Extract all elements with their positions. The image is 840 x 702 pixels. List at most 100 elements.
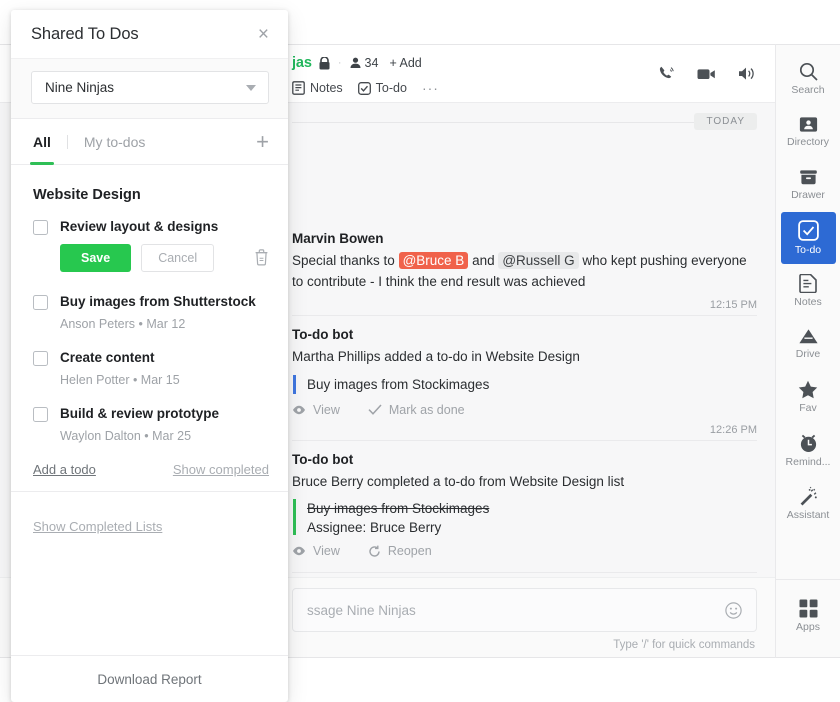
composer-hint: Type '/' for quick commands: [613, 639, 755, 651]
todo-item[interactable]: Review layout & designs: [33, 219, 269, 236]
eye-icon: [293, 546, 305, 556]
sidebar-item-directory-label: Directory: [786, 136, 829, 149]
speaker-icon[interactable]: [738, 66, 755, 81]
message-text-mid: and: [468, 253, 499, 268]
panel-body: Website Design Review layout & designs S…: [11, 165, 288, 655]
add-a-todo-link[interactable]: Add a todo: [33, 462, 96, 477]
sidebar-item-drive[interactable]: Drive: [781, 318, 836, 370]
directory-icon: [799, 117, 817, 132]
tab-my-todos-label: My to-dos: [83, 133, 146, 150]
chat-tab-todo-label: To-do: [375, 81, 407, 95]
sidebar-item-drawer[interactable]: Drawer: [781, 159, 836, 211]
person-icon: [350, 57, 361, 68]
add-todo-icon[interactable]: +: [256, 130, 269, 153]
todo-mark-done-label: Mark as done: [388, 402, 465, 417]
add-member-button[interactable]: + Add: [389, 56, 421, 70]
show-completed-link[interactable]: Show completed: [173, 462, 269, 477]
message-item: To-do bot Bruce Berry completed a to-do …: [292, 441, 757, 559]
clock-icon: [800, 434, 816, 452]
search-icon: [799, 63, 818, 81]
message-input[interactable]: [307, 602, 725, 618]
member-count[interactable]: 34: [350, 56, 378, 70]
video-camera-icon[interactable]: [697, 67, 716, 81]
todo-check-icon: [797, 220, 819, 242]
todo-card[interactable]: Buy images from Stockimages Assignee: Br…: [293, 499, 757, 536]
save-button[interactable]: Save: [60, 243, 132, 272]
tab-all[interactable]: All: [30, 119, 54, 165]
todo-card-title: Buy images from Stockimages: [307, 376, 490, 392]
phone-icon[interactable]: [658, 65, 675, 82]
panel-title: Shared To Dos: [31, 24, 139, 43]
todo-reopen-action[interactable]: Reopen: [368, 544, 432, 558]
todo-checkbox[interactable]: [33, 220, 48, 235]
list-selector[interactable]: Nine Ninjas: [31, 71, 269, 104]
reopen-icon: [369, 545, 380, 557]
list-footer-actions: Add a todo Show completed: [33, 462, 269, 491]
tab-divider: [66, 134, 68, 149]
todo-edit-actions: Save Cancel: [60, 243, 269, 272]
message-text-pre: Special thanks to: [292, 253, 399, 268]
panel-tabs: All My to-dos +: [11, 119, 288, 165]
cancel-button[interactable]: Cancel: [141, 243, 215, 272]
download-report-button[interactable]: Download Report: [11, 655, 288, 702]
panel-divider: [11, 490, 288, 492]
message-body: Special thanks to @Bruce B and @Russell …: [292, 251, 757, 292]
message-author: To-do bot: [292, 451, 354, 467]
mention-russell-g[interactable]: @Russell G: [498, 252, 579, 269]
todo-view-action[interactable]: View: [292, 403, 340, 417]
sidebar-item-reminders[interactable]: Remind...: [781, 424, 836, 476]
todo-view-action[interactable]: View: [292, 544, 340, 558]
header-dot-separator: ·: [337, 57, 342, 69]
channel-name[interactable]: jas: [292, 55, 312, 71]
panel-header: Shared To Dos ×: [11, 10, 288, 58]
todo-item[interactable]: Buy images from Shutterstock: [33, 294, 269, 311]
sidebar-item-directory[interactable]: Directory: [781, 106, 836, 158]
date-divider-line: [292, 122, 757, 123]
chat-more-button[interactable]: ···: [422, 80, 439, 96]
grid-icon: [799, 599, 817, 618]
sidebar-item-todo[interactable]: To-do: [780, 212, 836, 264]
right-sidebar: Search Directory Drawer To-do Notes Driv…: [775, 44, 840, 658]
lock-icon: [319, 56, 330, 70]
message-item: Marvin Bowen Special thanks to @Bruce B …: [292, 227, 757, 311]
chat-tab-todo[interactable]: To-do: [357, 81, 407, 95]
todo-checkbox[interactable]: [33, 406, 48, 422]
todo-mark-done-action[interactable]: Mark as done: [368, 403, 465, 417]
sidebar-item-apps[interactable]: Apps: [781, 590, 836, 642]
chat-tab-notes[interactable]: Notes: [292, 81, 343, 95]
todo-view-label: View: [313, 544, 340, 559]
sidebar-item-fav-label: Fav: [799, 402, 817, 415]
app-window: jas · 34 + Add Notes To-do ··· TODAY Mar…: [0, 0, 840, 702]
drive-icon: [798, 329, 818, 344]
message-timestamp: 12:26 PM: [709, 423, 757, 436]
download-report-label: Download Report: [97, 671, 202, 687]
sidebar-item-fav[interactable]: Fav: [781, 371, 836, 423]
tab-all-label: All: [33, 133, 51, 150]
emoji-icon[interactable]: [725, 601, 742, 619]
sidebar-item-search[interactable]: Search: [781, 53, 836, 105]
todo-item-label: Build & review prototype: [60, 405, 220, 421]
close-icon[interactable]: ×: [258, 25, 269, 44]
sidebar-item-assistant[interactable]: Assistant: [781, 477, 836, 529]
show-completed-lists-link[interactable]: Show Completed Lists: [33, 519, 162, 534]
check-icon: [368, 404, 382, 415]
sidebar-item-drive-label: Drive: [795, 348, 821, 361]
todo-checkbox[interactable]: [33, 350, 48, 366]
list-selector-wrap: Nine Ninjas: [11, 58, 288, 119]
trash-icon[interactable]: [254, 249, 269, 266]
message-item: To-do bot Martha Phillips added a to-do …: [292, 316, 757, 436]
message-body: Bruce Berry completed a to-do from Websi…: [292, 473, 625, 489]
todo-checkbox[interactable]: [33, 294, 48, 310]
todo-card[interactable]: Buy images from Stockimages: [293, 374, 757, 394]
todo-check-icon: [357, 81, 371, 95]
composer-input-box[interactable]: [292, 588, 757, 632]
sidebar-item-notes[interactable]: Notes: [781, 265, 836, 317]
tab-my-todos[interactable]: My to-dos: [84, 119, 145, 165]
todo-view-label: View: [313, 402, 340, 417]
chevron-down-icon: [246, 84, 256, 91]
todo-item-meta: Helen Potter • Mar 15: [60, 372, 180, 387]
todo-item[interactable]: Create content: [33, 350, 269, 367]
todo-item-label: Create content: [60, 349, 155, 365]
todo-item[interactable]: Build & review prototype: [33, 406, 269, 423]
mention-bruce-b[interactable]: @Bruce B: [398, 252, 469, 269]
